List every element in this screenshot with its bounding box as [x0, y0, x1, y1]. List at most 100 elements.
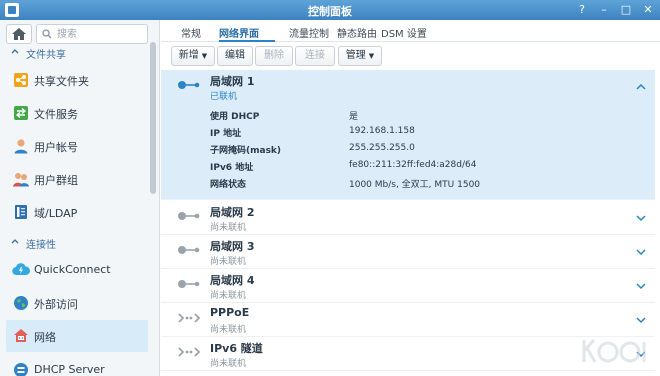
- section-header-connectivity[interactable]: 连接性: [0, 232, 148, 252]
- sidebar-item-file-services[interactable]: 文件服务: [6, 97, 148, 129]
- network-icon: [14, 329, 28, 342]
- sidebar-item-label: 用户群组: [34, 174, 78, 187]
- quickconnect-icon: [12, 263, 30, 276]
- interface-row-lan4[interactable]: 局域网 4 尚未联机: [161, 269, 655, 303]
- detail-value-ipv6: fe80::211:32ff:fed4:a28d/64: [349, 160, 477, 170]
- sidebar-item-label: QuickConnect: [34, 263, 111, 276]
- detail-value-network-status: 1000 Mb/s, 全双工, MTU 1500: [349, 180, 481, 190]
- disconnected-interface-icon: [178, 212, 200, 220]
- home-icon: [12, 28, 26, 40]
- group-icon: [13, 173, 29, 187]
- sidebar: 文件共享 共享文件夹 文件服务 用户帐号 用户群组: [0, 20, 160, 376]
- interface-name: 局域网 3: [210, 240, 255, 253]
- sidebar-item-network[interactable]: 网络: [6, 320, 148, 352]
- window-title: 控制面板: [308, 5, 352, 18]
- ipv6-tunnel-icon: [178, 347, 201, 357]
- search-icon: [42, 29, 52, 39]
- connect-button-label: 连接: [305, 50, 325, 61]
- detail-label-network-status: 网络状态: [210, 180, 247, 190]
- minimize-button[interactable]: –: [596, 2, 612, 18]
- sidebar-item-label: 外部访问: [34, 298, 78, 311]
- file-services-icon: [14, 106, 28, 120]
- active-tab-indicator: [219, 40, 275, 42]
- manage-button[interactable]: 管理 ▼: [338, 46, 382, 66]
- chevron-up-icon: [11, 49, 19, 54]
- domain-ldap-icon: [15, 205, 27, 219]
- sidebar-scrollbar[interactable]: [150, 42, 156, 194]
- section-label: 文件共享: [26, 50, 66, 61]
- sidebar-item-shared-folder[interactable]: 共享文件夹: [6, 64, 148, 96]
- chevron-down-icon[interactable]: [635, 247, 647, 257]
- sidebar-item-label: 文件服务: [34, 108, 78, 121]
- main-panel: 常规 网络界面 流量控制 静态路由 DSM 设置 新增 ▼ 编辑 删除 连接 管理…: [161, 20, 660, 376]
- chevron-down-icon[interactable]: [635, 315, 647, 325]
- sidebar-item-domain-ldap[interactable]: 域/LDAP: [6, 196, 148, 228]
- home-button[interactable]: [6, 24, 32, 44]
- sidebar-item-label: 共享文件夹: [34, 75, 89, 88]
- tab-dsm-settings[interactable]: DSM 设置: [381, 25, 427, 40]
- detail-label-ip: IP 地址: [210, 129, 242, 139]
- dhcp-server-icon: [14, 363, 28, 376]
- sidebar-item-label: 域/LDAP: [34, 207, 78, 220]
- section-label: 连接性: [26, 240, 56, 251]
- chevron-down-icon[interactable]: [635, 213, 647, 223]
- detail-label-ipv6: IPv6 地址: [210, 163, 254, 173]
- interface-row-pppoe[interactable]: PPPoE 尚未联机: [161, 303, 655, 337]
- chevron-down-icon[interactable]: [635, 281, 647, 291]
- delete-button[interactable]: 删除: [255, 46, 293, 66]
- search-field[interactable]: [36, 24, 148, 44]
- connect-button[interactable]: 连接: [295, 46, 335, 66]
- detail-value-ip: 192.168.1.158: [349, 126, 415, 136]
- detail-label-dhcp: 使用 DHCP: [210, 112, 260, 122]
- search-input[interactable]: [57, 27, 145, 41]
- disconnected-interface-icon: [178, 280, 200, 288]
- interface-row-lan1[interactable]: 局域网 1 已联机 使用 DHCP 是 IP 地址 192.168.1.158 …: [161, 70, 655, 200]
- interface-name: IPv6 隧道: [210, 342, 263, 355]
- tab-static-route[interactable]: 静态路由: [337, 25, 377, 40]
- new-button-label: 新增: [178, 50, 199, 61]
- detail-label-mask: 子网掩码(mask): [210, 146, 282, 156]
- caret-down-icon: ▼: [368, 52, 375, 60]
- maximize-button[interactable]: □: [618, 2, 634, 18]
- tab-network-interface[interactable]: 网络界面: [219, 25, 259, 40]
- sidebar-item-external-access[interactable]: 外部访问: [6, 287, 148, 319]
- interface-status: 尚未联机: [210, 325, 247, 335]
- sidebar-item-dhcp-server[interactable]: DHCP Server: [6, 354, 148, 376]
- detail-value-dhcp: 是: [349, 112, 359, 122]
- connected-interface-icon: [178, 81, 200, 89]
- tab-traffic-control[interactable]: 流量控制: [289, 25, 329, 40]
- sidebar-item-group[interactable]: 用户群组: [6, 163, 148, 195]
- caret-down-icon: ▼: [201, 52, 208, 60]
- chevron-up-icon: [11, 239, 19, 244]
- tab-general[interactable]: 常规: [181, 25, 201, 40]
- interface-status: 尚未联机: [210, 291, 247, 301]
- sidebar-item-label: DHCP Server: [34, 363, 105, 376]
- user-icon: [14, 139, 28, 154]
- detail-value-mask: 255.255.255.0: [349, 143, 415, 153]
- new-button[interactable]: 新增 ▼: [171, 46, 215, 66]
- interface-name: 局域网 2: [210, 206, 255, 219]
- disconnected-interface-icon: [178, 246, 200, 254]
- interface-status: 已联机: [210, 92, 238, 102]
- interface-name: PPPoE: [210, 306, 250, 319]
- interface-row-lan2[interactable]: 局域网 2 尚未联机: [161, 201, 655, 235]
- edit-button-label: 编辑: [225, 50, 245, 61]
- interface-status: 尚未联机: [210, 359, 247, 369]
- sidebar-item-label: 用户帐号: [34, 141, 78, 154]
- edit-button[interactable]: 编辑: [217, 46, 253, 66]
- close-button[interactable]: ✕: [640, 2, 656, 18]
- section-header-file-sharing[interactable]: 文件共享: [0, 42, 148, 62]
- help-button[interactable]: ?: [574, 2, 590, 18]
- delete-button-label: 删除: [264, 50, 284, 61]
- interface-list: 局域网 1 已联机 使用 DHCP 是 IP 地址 192.168.1.158 …: [161, 70, 660, 376]
- interface-status: 尚未联机: [210, 223, 247, 233]
- sidebar-item-user[interactable]: 用户帐号: [6, 130, 148, 162]
- sidebar-item-quickconnect[interactable]: QuickConnect: [6, 254, 148, 286]
- interface-status: 尚未联机: [210, 257, 247, 267]
- chevron-up-icon[interactable]: [635, 82, 647, 92]
- tab-bar: 常规 网络界面 流量控制 静态路由 DSM 设置: [161, 20, 660, 42]
- sidebar-item-label: 网络: [34, 331, 56, 344]
- interface-row-lan3[interactable]: 局域网 3 尚未联机: [161, 235, 655, 269]
- interface-name: 局域网 4: [210, 274, 255, 287]
- pppoe-icon: [178, 313, 201, 323]
